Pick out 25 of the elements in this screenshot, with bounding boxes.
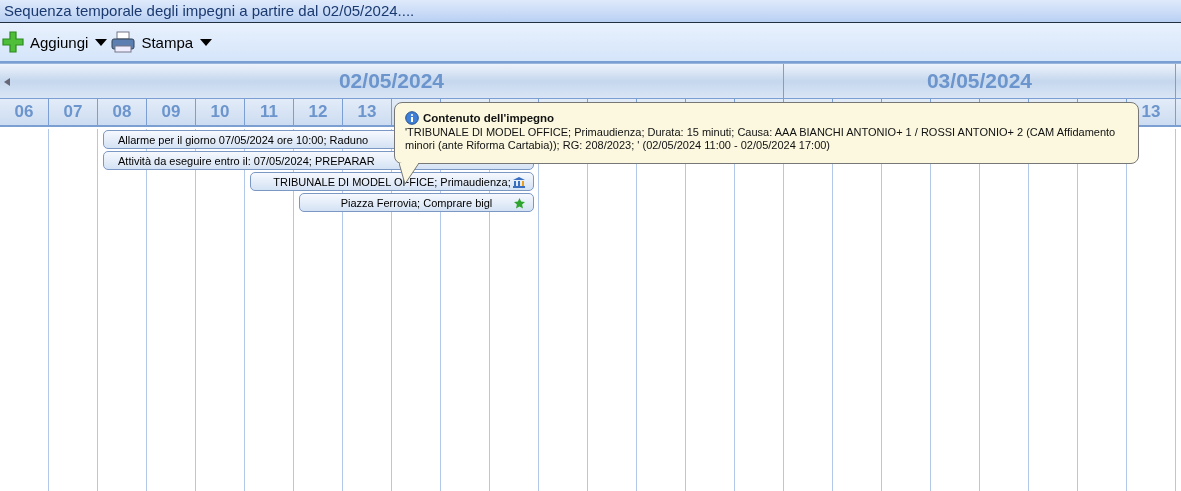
day-label: 02/05/2024 <box>338 69 445 93</box>
hour-label: 11 <box>260 102 278 122</box>
tooltip-title: Contenuto dell'impegno <box>423 112 555 124</box>
event-bar[interactable]: Piazza Ferrovia; Comprare bigl <box>299 193 534 212</box>
hour-label: 07 <box>63 102 83 122</box>
toolbar-button[interactable]: Stampa <box>109 31 215 53</box>
hour-label: 08 <box>112 102 132 122</box>
hour-label: 13 <box>357 102 377 122</box>
day-label: 03/05/2024 <box>926 69 1033 93</box>
event-bar[interactable]: TRIBUNALE DI MODEL OFFICE; Primaudienza; <box>250 172 534 191</box>
star-icon <box>514 198 525 209</box>
toolbar-button[interactable]: Aggiungi <box>0 31 110 53</box>
info-icon <box>405 111 419 125</box>
printer-icon <box>111 31 136 53</box>
hour-label: 12 <box>308 102 328 122</box>
scroll-left-icon[interactable] <box>4 78 10 86</box>
hour-label: 09 <box>161 102 181 122</box>
building-icon <box>513 177 525 188</box>
hour-label: 13 <box>1141 102 1161 122</box>
caret-icon <box>200 38 213 46</box>
hour-label: 06 <box>14 102 34 122</box>
caret-icon <box>95 38 108 46</box>
window-title: Sequenza temporale degli impegni a partire dal 02/05/2024.... <box>0 0 1181 23</box>
hour-label: 10 <box>210 102 230 122</box>
plus-icon <box>2 31 24 53</box>
